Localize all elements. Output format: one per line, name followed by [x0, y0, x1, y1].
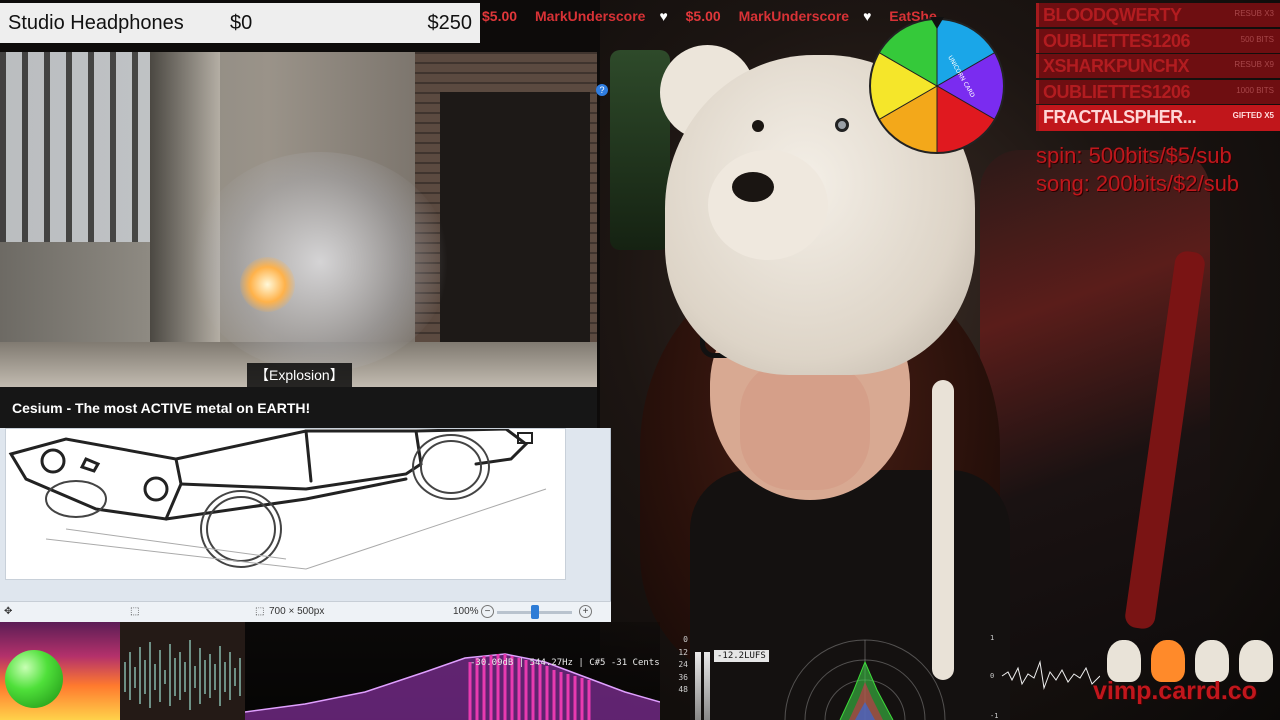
canvas-size-icon: ⬚	[255, 606, 265, 617]
list-item: OUBLIETTES1206 1000 BITS	[1036, 79, 1280, 104]
drawing-canvas[interactable]	[5, 428, 566, 580]
info-icon[interactable]: ?	[596, 84, 608, 96]
ticker-amount: $5.00	[685, 8, 721, 24]
car-sketch	[8, 429, 547, 570]
zoom-level: 100%	[453, 606, 479, 617]
event-type: GIFTED X5	[1232, 111, 1274, 120]
video-frame: 【Explosion】	[0, 52, 597, 387]
loudness-meter-right	[704, 652, 710, 720]
bear-hat-nose	[732, 172, 774, 202]
oscilloscope: 1 0 -1	[990, 634, 1100, 720]
bear-hat-eye-left	[752, 120, 764, 132]
bear-hat-snout	[708, 150, 828, 260]
ticker-amount: $5.00	[482, 8, 518, 24]
list-item: FRACTALSPHER... GIFTED X5	[1036, 105, 1280, 131]
fire-cat-icon	[1151, 640, 1185, 682]
heart-icon: ♥	[659, 8, 668, 24]
goal-bar: Studio Headphones $0 $250	[0, 3, 480, 43]
green-orb-icon	[5, 650, 63, 708]
event-type: RESUB X9	[1234, 60, 1274, 69]
eq-readout: -30.09dB | 544.27Hz | C#5 -31 Cents	[470, 658, 660, 668]
warehouse-roof	[0, 52, 170, 242]
goal-max: $250	[427, 11, 473, 34]
zoom-slider-thumb[interactable]	[530, 605, 539, 619]
event-user: OUBLIETTES1206	[1043, 30, 1191, 51]
move-icon[interactable]: ✥	[4, 606, 12, 617]
zoom-in-button[interactable]: +	[579, 605, 592, 618]
event-user: BLOODQWERTY	[1043, 5, 1182, 25]
watermark-url: vimp.carrd.co	[1093, 677, 1257, 705]
price-list: spin: 500bits/$5/sub song: 200bits/$2/su…	[1036, 142, 1280, 198]
spin-wheel: UNICORN CARD	[869, 17, 1005, 154]
list-item: XSHARKPUNCHX RESUB X9	[1036, 54, 1280, 78]
song-price: song: 200bits/$2/sub	[1036, 171, 1240, 196]
explosion-flash	[240, 257, 295, 312]
cat-icon	[1107, 640, 1141, 682]
recent-events-list: BLOODQWERTY RESUB X3 OUBLIETTES1206 500 …	[1036, 3, 1280, 133]
ticker-name: MarkUnderscore	[738, 8, 850, 24]
event-type: 1000 BITS	[1236, 85, 1274, 95]
ticker-name: MarkUnderscore	[534, 8, 646, 24]
selection-icon[interactable]: ⬚	[130, 606, 139, 617]
list-item: OUBLIETTES1206 500 BITS	[1036, 28, 1280, 53]
event-user: OUBLIETTES1206	[1043, 81, 1191, 102]
goal-min: $0	[230, 11, 253, 34]
canvas-size-label: 700 × 500px	[269, 606, 325, 617]
waveform	[120, 622, 245, 720]
bear-hat-eye-right	[835, 118, 849, 132]
video-caption: 【Explosion】	[247, 363, 352, 387]
list-item: BLOODQWERTY RESUB X3	[1036, 3, 1280, 27]
stream-overlay: Studio Headphones $0 $250 $5.00 MarkUnde…	[0, 0, 1280, 720]
event-type: RESUB X3	[1234, 9, 1274, 18]
event-user: XSHARKPUNCHX	[1043, 56, 1190, 76]
event-type: 500 BITS	[1240, 34, 1274, 44]
zoom-out-button[interactable]: −	[481, 605, 494, 618]
status-bar: ✥ ⬚ ⬚ 700 × 500px 100% − +	[0, 601, 611, 622]
audio-visualizers: -30.09dB | 544.27Hz | C#5 -31 Cents 0 12…	[0, 622, 1280, 720]
goal-item-name: Studio Headphones	[8, 11, 184, 34]
svg-text:0: 0	[990, 672, 994, 680]
spectrum-curve	[244, 653, 661, 720]
svg-text:-1: -1	[990, 712, 998, 720]
drawing-app-window: ✥ ⬚ ⬚ 700 × 500px 100% − +	[0, 428, 611, 622]
lufs-readout: -12.2LUFS	[714, 650, 769, 662]
vectorscope	[784, 639, 946, 720]
video-title[interactable]: Cesium - The most ACTIVE metal on EARTH!	[0, 387, 597, 428]
loudness-scale: 0 12 24 36 48	[678, 635, 688, 694]
video-player[interactable]: 【Explosion】 Cesium - The most ACTIVE met…	[0, 52, 597, 428]
waveform-graphic	[124, 640, 241, 710]
streamer-hand	[740, 360, 870, 490]
spin-price: spin: 500bits/$5/sub	[1036, 143, 1232, 168]
dark-doorway	[440, 92, 590, 352]
equalizer-analyzer	[244, 622, 661, 720]
cat-icon	[1195, 640, 1229, 682]
cat-icon	[1239, 640, 1273, 682]
event-user: FRACTALSPHER...	[1043, 107, 1197, 127]
loudness-meter-left	[695, 652, 701, 720]
svg-text:1: 1	[990, 634, 994, 642]
smoke-cloud	[190, 152, 450, 372]
